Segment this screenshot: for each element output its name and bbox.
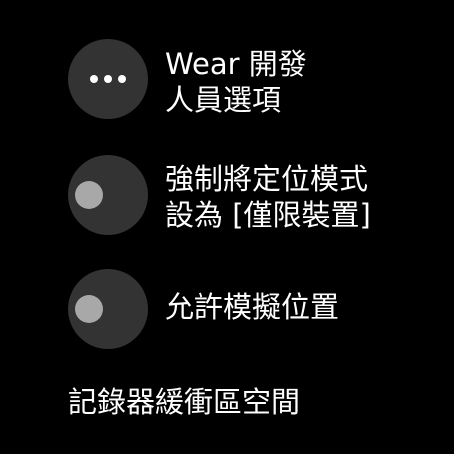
label-line-2: 設為 [僅限裝置] — [165, 198, 371, 232]
allow-mock-locations-label: 允許模擬位置 — [165, 289, 445, 325]
allow-mock-locations-item[interactable]: 允許模擬位置 — [0, 269, 454, 349]
wear-settings-screen: Wear 開發 人員選項 強制將定位模式 設為 [僅限裝置] 允許模擬位置 記錄… — [0, 0, 454, 454]
toggle-off-icon — [75, 295, 103, 323]
label-line-1: 強制將定位模式 — [165, 162, 369, 196]
force-location-label: 強制將定位模式 設為 [僅限裝置] — [165, 161, 445, 233]
force-location-toggle[interactable] — [68, 155, 148, 235]
more-icon-circle — [68, 39, 148, 119]
logger-buffer-size-item[interactable]: 記錄器緩衝區空間 — [68, 382, 300, 422]
label-line-1: 允許模擬位置 — [165, 290, 340, 324]
wear-developer-options-item[interactable]: Wear 開發 人員選項 — [0, 39, 454, 119]
force-location-device-only-item[interactable]: 強制將定位模式 設為 [僅限裝置] — [0, 155, 454, 235]
mock-location-toggle[interactable] — [68, 269, 148, 349]
more-horiz-icon — [68, 39, 148, 119]
toggle-off-icon — [75, 181, 103, 209]
label-line-1: Wear 開發 — [165, 47, 307, 81]
wear-developer-options-label: Wear 開發 人員選項 — [165, 46, 445, 118]
label-line-2: 人員選項 — [165, 83, 282, 117]
